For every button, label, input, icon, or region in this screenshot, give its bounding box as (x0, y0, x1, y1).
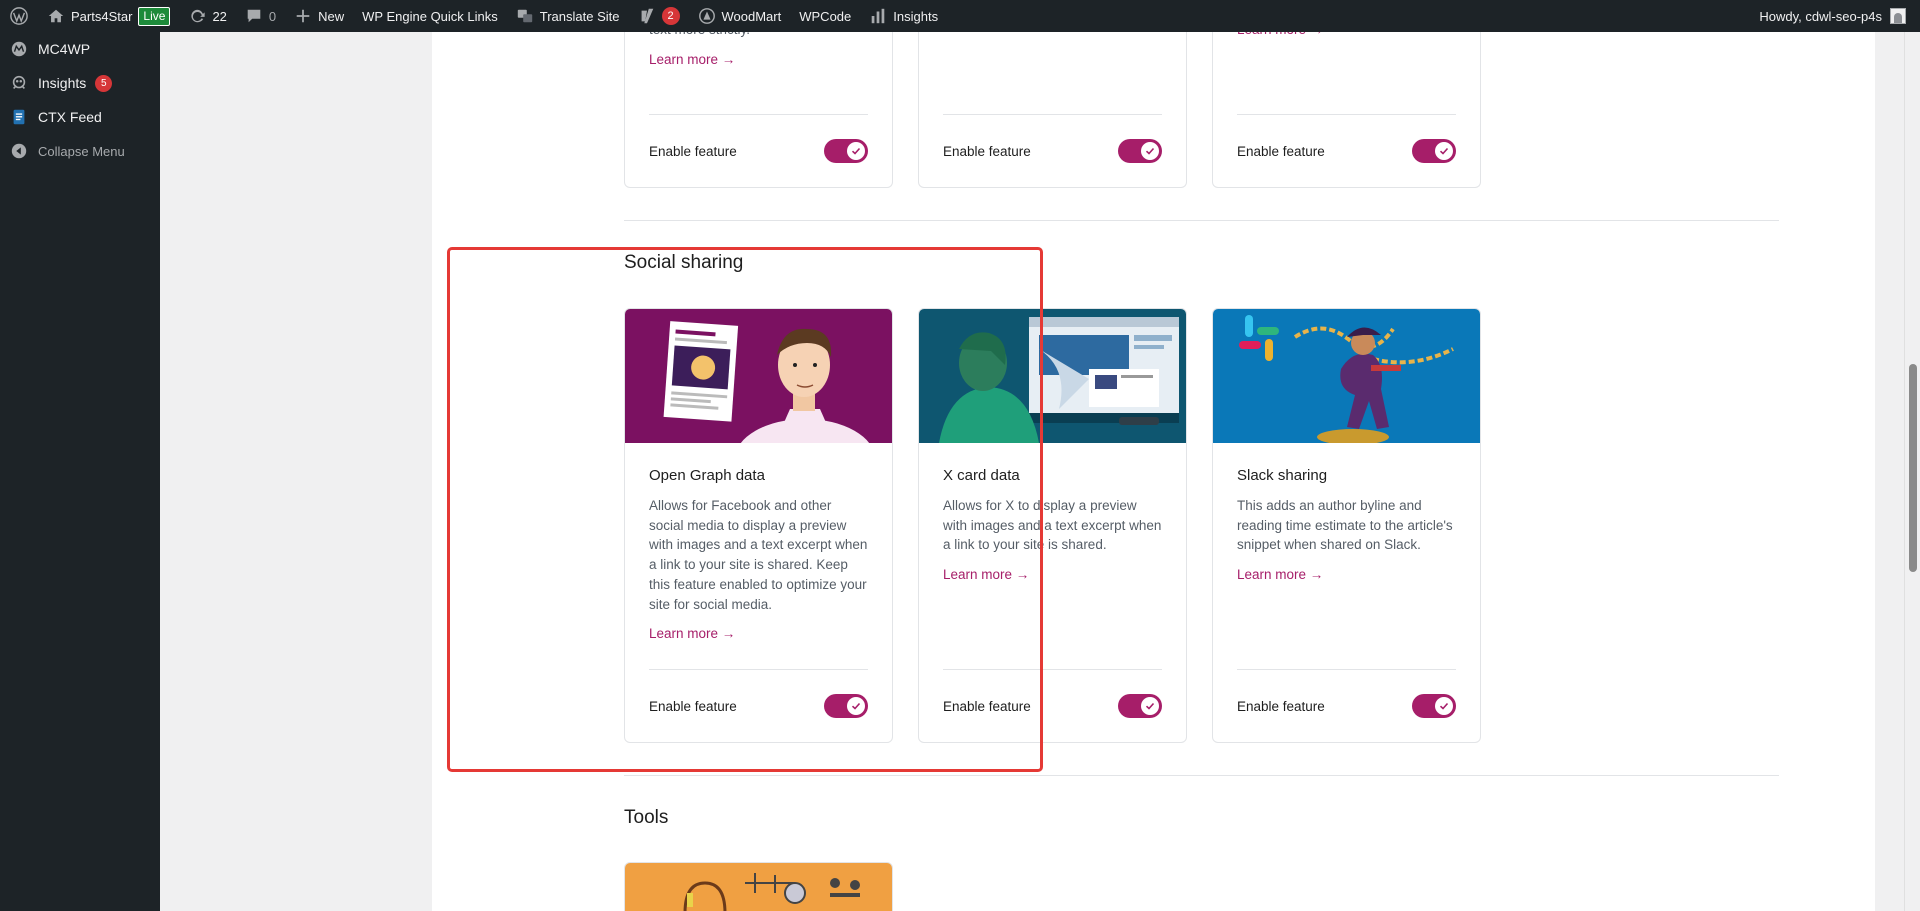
comments-count: 0 (268, 8, 277, 24)
site-name: Parts4Star (71, 8, 133, 24)
howdy-text: Howdy, cdwl-seo-p4s (1759, 8, 1882, 24)
wordpress-icon (10, 7, 28, 25)
collapse-icon (9, 141, 29, 161)
monsterinsights-icon (9, 73, 29, 93)
admin-bar: Parts4Star Live 22 0 New WP Engine Quick… (0, 0, 1920, 32)
translate-label: Translate Site (539, 8, 620, 24)
sidebar-item-label: Insights (38, 75, 87, 91)
enable-feature-toggle[interactable] (1412, 139, 1456, 163)
updates-count: 22 (212, 8, 227, 24)
wordpress-logo-menu[interactable] (0, 0, 38, 32)
woodmart-menu[interactable]: WoodMart (689, 0, 791, 32)
comment-icon (247, 9, 261, 23)
page-scrollbar[interactable] (1904, 32, 1920, 911)
enable-feature-toggle[interactable] (824, 139, 868, 163)
live-badge: Live (138, 6, 171, 26)
card-footer: Enable feature (1237, 114, 1456, 187)
wpcode-menu[interactable]: WPCode (790, 0, 860, 32)
check-icon (1439, 147, 1449, 155)
enable-feature-toggle[interactable] (1412, 694, 1456, 718)
check-icon (851, 147, 861, 155)
admin-sidebar: MC4WP Insights 5 CTX Feed Collapse Menu (0, 32, 160, 911)
enable-feature-toggle[interactable] (1118, 694, 1162, 718)
learn-more-link[interactable]: Learn more → (1237, 567, 1323, 582)
avatar (1890, 8, 1906, 24)
new-content-menu[interactable]: New (285, 0, 353, 32)
check-icon (1145, 702, 1155, 710)
mc4wp-icon (9, 39, 29, 59)
sidebar-item-label: Collapse Menu (38, 143, 125, 159)
enable-feature-label: Enable feature (1237, 143, 1325, 159)
site-name-menu[interactable]: Parts4Star Live (38, 0, 179, 32)
plus-icon (296, 9, 310, 23)
updates-menu[interactable]: 22 (179, 0, 235, 32)
woodmart-icon (698, 8, 715, 24)
card-footer: Enable feature (943, 114, 1162, 187)
enable-feature-label: Enable feature (1237, 698, 1325, 714)
updates-icon (191, 9, 206, 23)
collapse-menu-button[interactable]: Collapse Menu (0, 134, 160, 168)
check-icon (1145, 147, 1155, 155)
yoast-menu[interactable]: 2 (629, 0, 689, 32)
bar-chart-icon (871, 8, 885, 24)
insights-menu[interactable]: Insights (860, 0, 947, 32)
insights-label: Insights (893, 8, 939, 24)
sidebar-item-ctx-feed[interactable]: CTX Feed (0, 100, 160, 134)
feature-card-top-1: text more strictly. Learn more → Enable … (624, 12, 893, 188)
social-sharing-highlight (447, 247, 1043, 772)
insights-badge: 5 (95, 74, 113, 92)
yoast-icon (641, 8, 653, 24)
translate-site-menu[interactable]: Translate Site (507, 0, 629, 32)
enable-feature-label: Enable feature (649, 143, 737, 159)
slack-logo-icon (1239, 315, 1279, 361)
card-footer: Enable feature (649, 114, 868, 187)
card-footer: Enable feature (1237, 669, 1456, 742)
scrollbar-thumb[interactable] (1909, 364, 1917, 572)
feature-description: This adds an author byline and reading t… (1237, 498, 1453, 553)
tools-illustration (625, 863, 892, 911)
comments-menu[interactable]: 0 (236, 0, 285, 32)
learn-more-link[interactable]: Learn more → (649, 52, 735, 67)
section-title-tools: Tools (624, 807, 669, 828)
section-divider (624, 220, 1779, 221)
enable-feature-toggle[interactable] (1118, 139, 1162, 163)
home-icon (48, 9, 64, 23)
sidebar-item-label: MC4WP (38, 41, 91, 57)
sidebar-item-mc4wp[interactable]: MC4WP (0, 32, 160, 66)
ctx-feed-icon (9, 107, 29, 127)
wp-engine-label: WP Engine Quick Links (362, 8, 498, 24)
new-label: New (318, 8, 345, 24)
feature-card-top-3: Learn more → Enable feature (1212, 12, 1481, 188)
user-account-menu[interactable]: Howdy, cdwl-seo-p4s (1759, 8, 1920, 24)
woodmart-label: WoodMart (721, 8, 782, 24)
enable-feature-label: Enable feature (943, 143, 1031, 159)
feature-card-slack: Slack sharing This adds an author byline… (1212, 308, 1481, 743)
feature-card-tools-1 (624, 862, 893, 911)
wpcode-label: WPCode (799, 8, 852, 24)
feature-card-top-2: Enable feature (918, 12, 1187, 188)
yoast-count: 2 (661, 7, 680, 25)
check-icon (1439, 702, 1449, 710)
wp-engine-menu[interactable]: WP Engine Quick Links (353, 0, 507, 32)
feature-title: Slack sharing (1237, 467, 1328, 484)
translate-icon (517, 9, 532, 23)
slack-illustration (1213, 309, 1480, 443)
section-divider (624, 775, 1779, 776)
sidebar-item-label: CTX Feed (38, 109, 102, 125)
sidebar-item-insights[interactable]: Insights 5 (0, 66, 160, 100)
